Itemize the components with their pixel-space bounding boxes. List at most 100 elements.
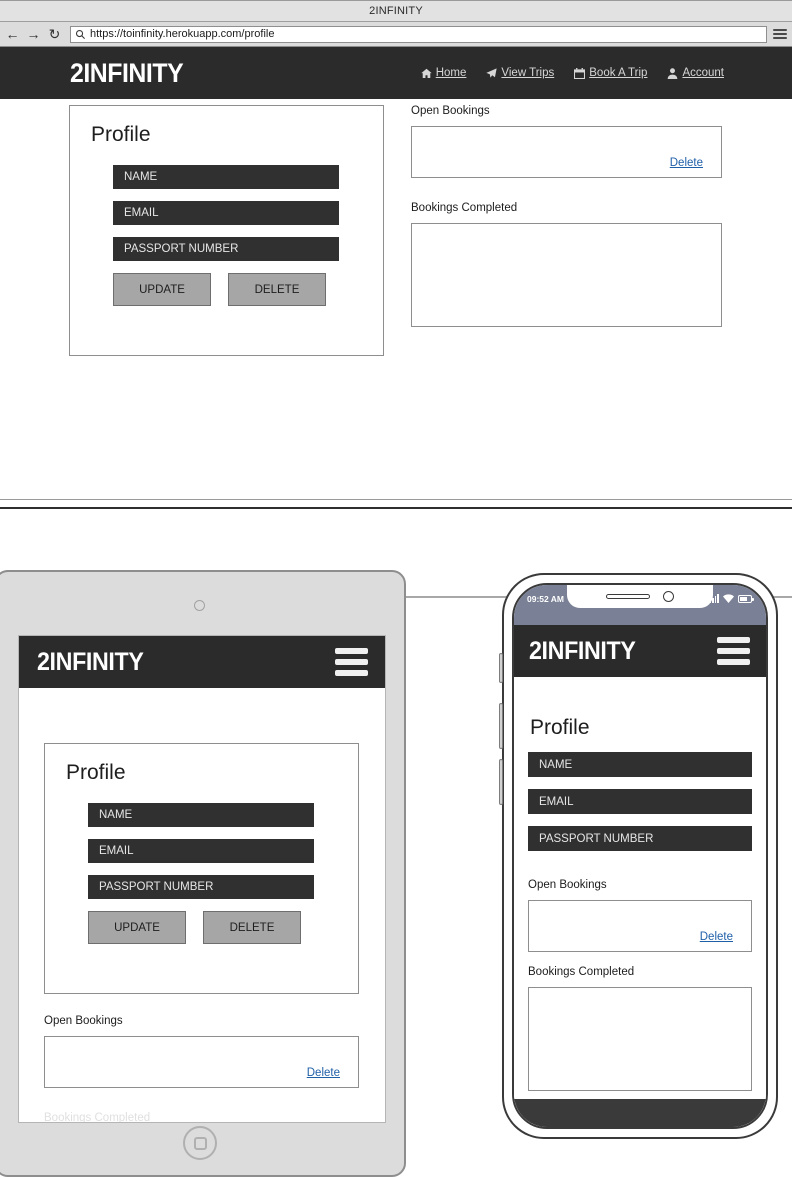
delete-button[interactable]: DELETE [228,273,326,306]
tablet-delete-button[interactable]: DELETE [203,911,301,944]
phone-bookings-panel: Open Bookings Delete Bookings Completed [528,879,752,1091]
bookings-panel: Open Bookings Delete Bookings Completed [411,105,722,327]
wireframe-page: 2INFINITY ← → ↻ https://toinfinity.herok… [0,0,792,1177]
phone-page-content: Profile NAME EMAIL PASSPORT NUMBER Open … [514,716,766,1124]
phone-open-bookings-box: Delete [528,900,752,952]
paper-plane-icon [486,67,498,78]
phone-notch [567,585,713,608]
phone-silent-switch[interactable] [499,653,503,683]
phone-bottom-bezel [514,1099,766,1127]
reload-icon[interactable]: ↻ [47,25,62,43]
browser-menu-icon[interactable] [773,26,787,42]
search-icon [75,29,86,39]
tablet-open-booking-delete-link[interactable]: Delete [307,1067,340,1079]
url-text: https://toinfinity.herokuapp.com/profile [90,28,275,40]
tablet-passport-field[interactable]: PASSPORT NUMBER [88,875,314,899]
phone-passport-placeholder: PASSPORT NUMBER [539,832,654,845]
forward-icon[interactable]: → [26,25,41,43]
tablet-email-placeholder: EMAIL [99,845,134,857]
tablet-screen: 2INFINITY Profile NAME EMAIL PASSPORT NU… [18,635,386,1123]
nav-item-view-trips[interactable]: View Trips [486,67,554,79]
tablet-profile-actions: UPDATE DELETE [88,911,358,944]
profile-form: NAME EMAIL PASSPORT NUMBER [113,165,383,261]
phone-page-title: Profile [530,716,590,739]
nav-item-account[interactable]: Account [667,67,724,79]
site-logo[interactable]: 2INFINITY [70,58,184,89]
phone-site-header: 2INFINITY [514,625,766,677]
nav-item-book-a-trip[interactable]: Book A Trip [574,67,647,79]
battery-icon [738,594,754,603]
tablet-spacer [44,1088,359,1112]
earpiece-speaker-icon [606,594,650,599]
nav-label: Home [435,67,467,79]
site-header: 2INFINITY Home View Trips Book A Trip Ac… [0,47,792,99]
window-title: 2INFINITY [369,5,423,17]
nav-label: View Trips [501,67,555,79]
calendar-icon [574,67,586,79]
tablet-page-content: Profile NAME EMAIL PASSPORT NUMBER UPDAT… [19,688,385,1122]
tablet-site-header: 2INFINITY [19,636,385,688]
profile-actions: UPDATE DELETE [113,273,383,306]
tablet-hamburger-menu-icon[interactable] [335,648,368,676]
browser-toolbar: ← → ↻ https://toinfinity.herokuapp.com/p… [0,22,792,47]
page-title: Profile [91,123,151,146]
passport-field-placeholder: PASSPORT NUMBER [124,243,239,255]
tablet-passport-placeholder: PASSPORT NUMBER [99,881,214,893]
phone-screen: 09:52 AM 2INFINITY Profile NAME EMAIL PA… [512,583,768,1129]
email-field-placeholder: EMAIL [124,207,159,219]
tablet-name-placeholder: NAME [99,809,133,821]
phone-spacer [528,952,752,966]
passport-number-field[interactable]: PASSPORT NUMBER [113,237,339,261]
user-icon [668,67,678,79]
tablet-page-title: Profile [66,761,126,784]
phone-hamburger-menu-icon[interactable] [717,637,750,665]
status-bar-time: 09:52 AM [527,594,565,604]
phone-email-field[interactable]: EMAIL [528,789,752,814]
phone-open-bookings-label: Open Bookings [528,879,607,891]
back-icon[interactable]: ← [5,25,20,43]
phone-open-booking-delete-link[interactable]: Delete [700,931,733,943]
phone-device-frame: 09:52 AM 2INFINITY Profile NAME EMAIL PA… [499,573,778,1139]
tablet-profile-form: NAME EMAIL PASSPORT NUMBER [88,803,358,899]
bookings-completed-box [411,223,722,327]
name-field[interactable]: NAME [113,165,339,189]
open-bookings-label: Open Bookings [411,105,490,117]
phone-email-placeholder: EMAIL [539,795,574,808]
tablet-bookings-panel: Open Bookings Delete Bookings Completed [44,1015,359,1122]
tablet-open-bookings-label: Open Bookings [44,1015,123,1027]
phone-site-logo[interactable]: 2INFINITY [529,637,636,666]
tablet-home-button-icon[interactable] [183,1126,217,1160]
phone-name-field[interactable]: NAME [528,752,752,777]
email-field[interactable]: EMAIL [113,201,339,225]
tablet-device-frame: 2INFINITY Profile NAME EMAIL PASSPORT NU… [0,570,406,1177]
tablet-name-field[interactable]: NAME [88,803,314,827]
nav-item-home[interactable]: Home [421,67,467,79]
status-bar-icons [709,594,754,603]
home-icon [421,68,432,78]
tablet-camera-icon [194,600,205,611]
tablet-site-logo[interactable]: 2INFINITY [37,648,144,677]
wifi-icon [723,594,734,603]
tablet-email-field[interactable]: EMAIL [88,839,314,863]
phone-status-bar: 09:52 AM [514,585,766,625]
phone-name-placeholder: NAME [539,758,573,771]
phone-volume-up-button[interactable] [499,703,503,749]
phone-passport-field[interactable]: PASSPORT NUMBER [528,826,752,851]
url-bar[interactable]: https://toinfinity.herokuapp.com/profile [70,25,767,43]
update-button[interactable]: UPDATE [113,273,211,306]
name-field-placeholder: NAME [124,171,158,183]
tablet-update-button[interactable]: UPDATE [88,911,186,944]
nav-label: Book A Trip [589,67,648,79]
desktop-browser-window: 2INFINITY ← → ↻ https://toinfinity.herok… [0,0,792,598]
open-booking-delete-link[interactable]: Delete [670,157,703,169]
browser-titlebar: 2INFINITY [0,1,792,22]
profile-card: Profile NAME EMAIL PASSPORT NUMBER UPDAT… [69,105,384,356]
nav-label: Account [682,67,724,79]
open-bookings-box: Delete [411,126,722,178]
tablet-open-bookings-box: Delete [44,1036,359,1088]
bookings-completed-label: Bookings Completed [411,202,518,214]
phone-volume-down-button[interactable] [499,759,503,805]
front-camera-icon [663,591,674,602]
tablet-profile-card: Profile NAME EMAIL PASSPORT NUMBER UPDAT… [44,743,359,994]
